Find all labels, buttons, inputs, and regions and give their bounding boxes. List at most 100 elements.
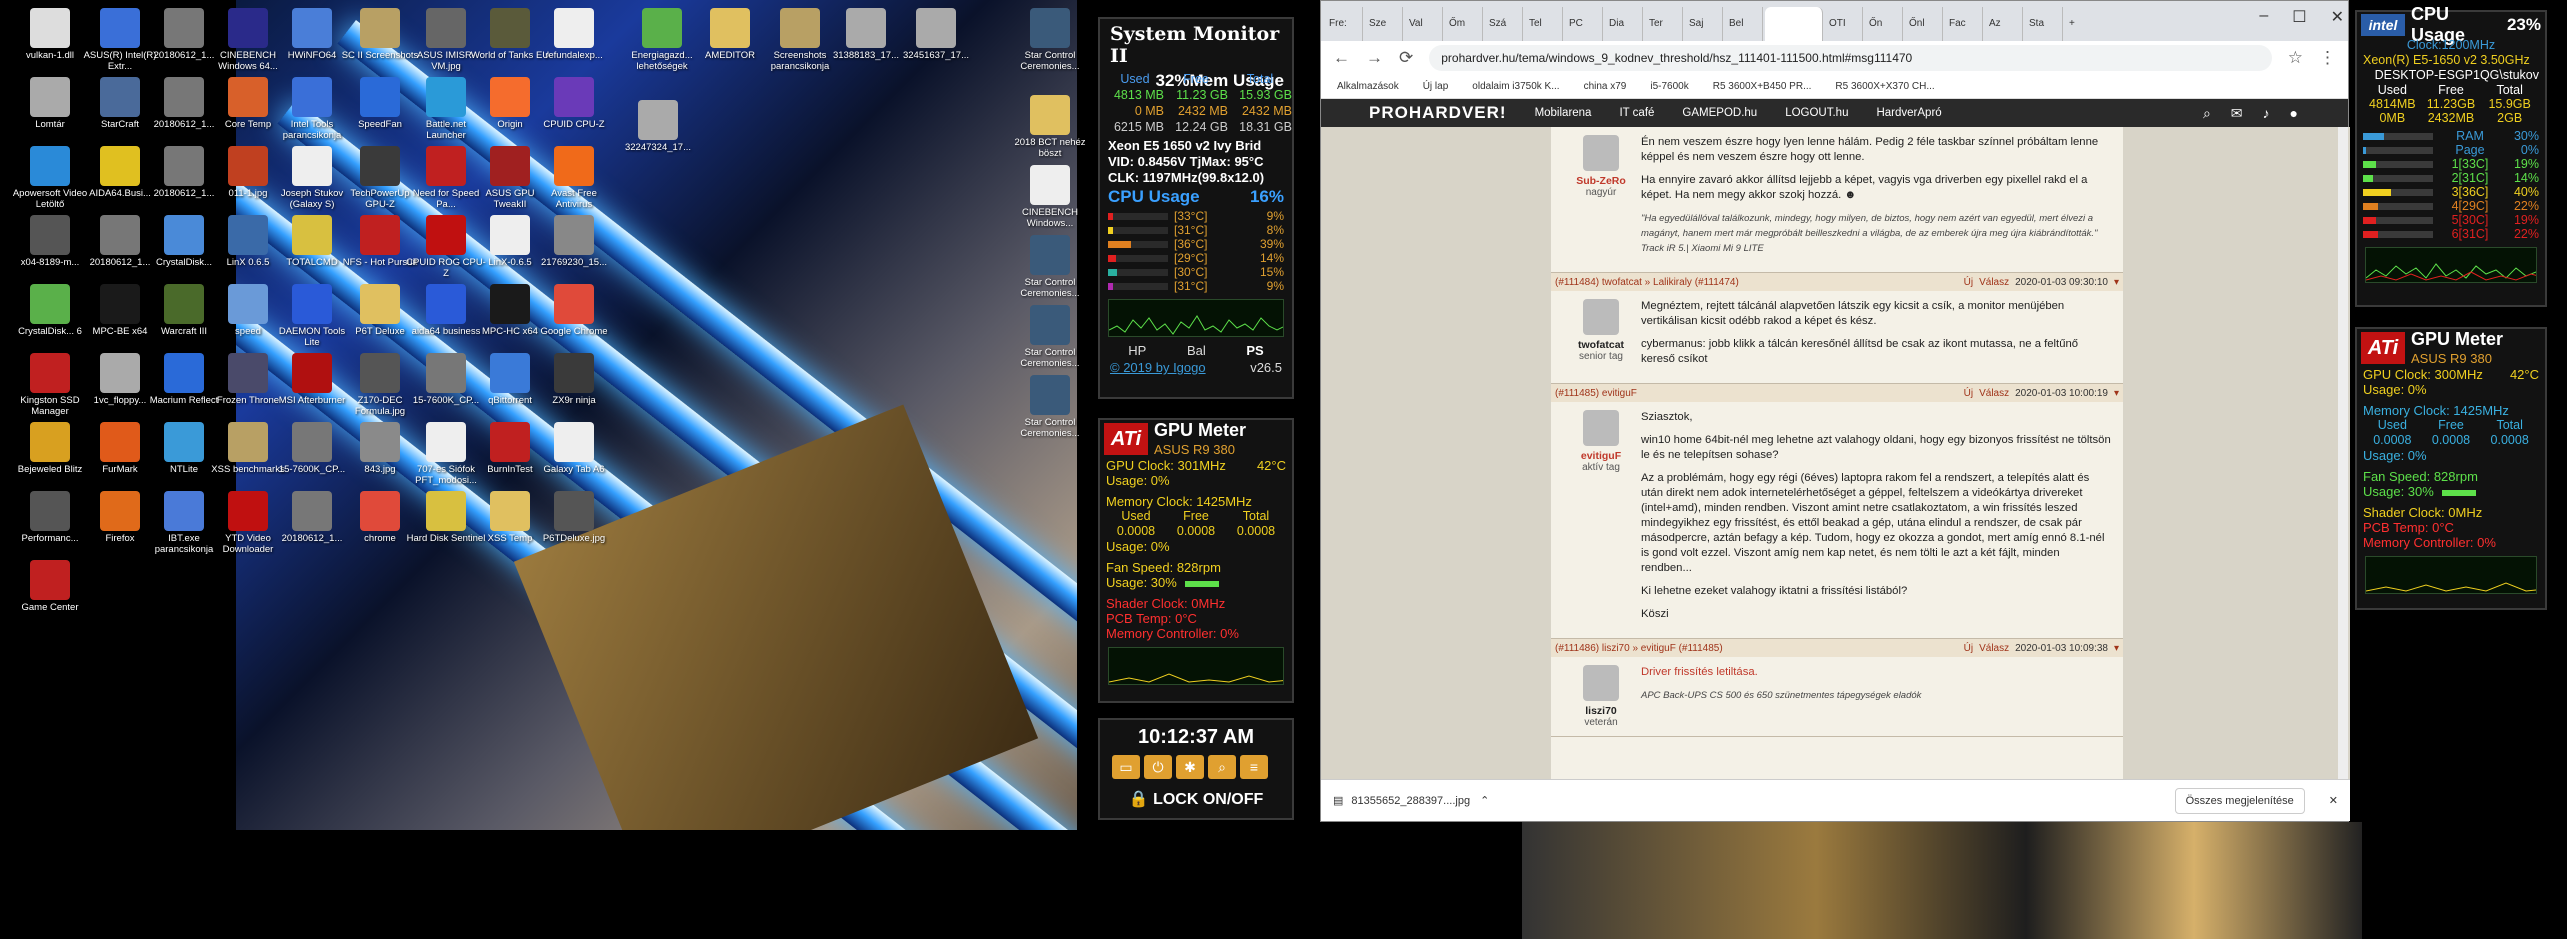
browser-tab[interactable]: Bel: [1725, 7, 1763, 41]
nav-mobilarena[interactable]: Mobilarena: [1535, 107, 1592, 119]
lock-toggle[interactable]: 🔒 LOCK ON/OFF: [1100, 789, 1292, 809]
desktop-icon[interactable]: 21769230_15...: [534, 215, 614, 268]
folder-icon[interactable]: ▭: [1112, 755, 1140, 779]
copyright-link[interactable]: © 2019 by Igogo: [1110, 360, 1206, 375]
download-item[interactable]: 81355652_288397....jpg: [1351, 795, 1470, 807]
browser-tab[interactable]: OTI: [1825, 7, 1863, 41]
desktop-icon[interactable]: 31388183_17...: [826, 8, 906, 61]
browser-tab[interactable]: Sze: [1365, 7, 1403, 41]
address-bar[interactable]: prohardver.hu/tema/windows_9_kodnev_thre…: [1429, 45, 2272, 71]
desktop-icon[interactable]: Apowersoft Video Letöltő: [10, 146, 90, 210]
bookmark-item[interactable]: oldalaim i3750k K...: [1472, 81, 1559, 92]
avatar[interactable]: [1583, 665, 1619, 701]
browser-tab[interactable]: [1765, 7, 1823, 41]
desktop-icon[interactable]: ZX9r ninja: [534, 353, 614, 406]
new-post-link[interactable]: Új: [1964, 277, 1973, 288]
desktop-icon[interactable]: Avast Free Antivirus: [534, 146, 614, 210]
minimize-button[interactable]: –: [2259, 7, 2268, 27]
nav-logout[interactable]: LOGOUT.hu: [1785, 107, 1848, 119]
desktop-icon[interactable]: Google Chrome: [534, 284, 614, 337]
reload-icon[interactable]: ⟳: [1399, 48, 1413, 68]
chevron-down-icon[interactable]: ▾: [2114, 388, 2119, 399]
bell-icon[interactable]: ♪: [2263, 105, 2270, 122]
scrollbar[interactable]: [2338, 127, 2348, 779]
desktop-icon[interactable]: Star Control Ceremonies...: [1010, 235, 1090, 299]
desktop-icon[interactable]: 32247324_17...: [618, 100, 698, 153]
avatar[interactable]: [1583, 135, 1619, 171]
close-download-bar-icon[interactable]: ✕: [2329, 794, 2338, 807]
chevron-down-icon[interactable]: ▾: [2114, 643, 2119, 654]
avatar[interactable]: [1583, 410, 1619, 446]
avatar[interactable]: [1583, 299, 1619, 335]
desktop-icon[interactable]: Kingston SSD Manager: [10, 353, 90, 417]
desktop-icon[interactable]: vulkan-1.dll: [10, 8, 90, 61]
desktop-icon[interactable]: P6TDeluxe.jpg: [534, 491, 614, 544]
forward-icon[interactable]: →: [1366, 48, 1383, 68]
desktop-icon[interactable]: CrystalDisk... 6: [10, 284, 90, 337]
bookmark-item[interactable]: china x79: [1584, 81, 1627, 92]
desktop-icon[interactable]: CINEBENCH Windows...: [1010, 165, 1090, 229]
browser-tab[interactable]: Sta: [2025, 7, 2063, 41]
bookmark-item[interactable]: Új lap: [1423, 81, 1449, 92]
author-name[interactable]: evitiguF: [1561, 450, 1641, 462]
desktop-icon[interactable]: Game Center: [10, 560, 90, 613]
browser-tab[interactable]: Őm: [1445, 7, 1483, 41]
desktop-icon[interactable]: refundalexp...: [534, 8, 614, 61]
nav-gamepod[interactable]: GAMEPOD.hu: [1682, 107, 1757, 119]
site-search-icon[interactable]: ⌕: [2203, 105, 2211, 122]
desktop-icon[interactable]: AMEDITOR: [690, 8, 770, 61]
author-name[interactable]: twofatcat: [1561, 339, 1641, 351]
tray-icon[interactable]: ≡: [1240, 755, 1268, 779]
post-ref[interactable]: (#111485) evitiguF: [1555, 388, 1637, 399]
star-icon[interactable]: ☆: [2288, 48, 2303, 68]
browser-tab[interactable]: Dia: [1605, 7, 1643, 41]
browser-tab[interactable]: Fac: [1945, 7, 1983, 41]
desktop-icon[interactable]: Galaxy Tab A6: [534, 422, 614, 475]
bookmark-item[interactable]: i5-7600k: [1650, 81, 1688, 92]
site-logo[interactable]: PROHARDVER!: [1369, 103, 1507, 123]
menu-icon[interactable]: ⋮: [2319, 48, 2336, 68]
desktop-icon[interactable]: Lomtár: [10, 77, 90, 130]
post-ref[interactable]: (#111486) liszi70 » evitiguF (#111485): [1555, 643, 1723, 654]
browser-tab[interactable]: Val: [1405, 7, 1443, 41]
hp-button[interactable]: HP: [1128, 343, 1146, 358]
desktop-icon[interactable]: Star Control Ceremonies...: [1010, 375, 1090, 439]
bookmark-item[interactable]: R5 3600X+B450 PR...: [1713, 81, 1812, 92]
bookmark-item[interactable]: R5 3600X+X370 CH...: [1835, 81, 1934, 92]
new-post-link[interactable]: Új: [1964, 643, 1973, 654]
bal-button[interactable]: Bal: [1187, 343, 1206, 358]
browser-tab[interactable]: Fre:: [1325, 7, 1363, 41]
user-avatar-icon[interactable]: ●: [2290, 105, 2298, 122]
desktop-icon[interactable]: Star Control Ceremonies...: [1010, 305, 1090, 369]
browser-tab[interactable]: Az: [1985, 7, 2023, 41]
reply-link[interactable]: Válasz: [1979, 643, 2009, 654]
ps-button[interactable]: PS: [1246, 343, 1263, 358]
post-ref[interactable]: (#111484) twofatcat » Lalikiraly (#11147…: [1555, 277, 1739, 288]
desktop-icon[interactable]: x04-8189-m...: [10, 215, 90, 268]
nav-itcafe[interactable]: IT café: [1619, 107, 1654, 119]
author-name[interactable]: Sub-ZeRo: [1561, 175, 1641, 187]
browser-tab[interactable]: Őn: [1865, 7, 1903, 41]
desktop-icon[interactable]: Performanc...: [10, 491, 90, 544]
desktop-icon[interactable]: 2018 BCT nehéz böszt: [1010, 95, 1090, 159]
new-tab-button[interactable]: +: [2065, 7, 2103, 41]
chevron-down-icon[interactable]: ▾: [2114, 277, 2119, 288]
nav-hardverapro[interactable]: HardverApró: [1876, 107, 1941, 119]
show-all-downloads-button[interactable]: Összes megjelenítése: [2174, 787, 2305, 814]
maximize-button[interactable]: ☐: [2292, 7, 2306, 27]
author-name[interactable]: liszi70: [1561, 705, 1641, 717]
back-icon[interactable]: ←: [1333, 48, 1350, 68]
reply-link[interactable]: Válasz: [1979, 277, 2009, 288]
download-chevron-icon[interactable]: ⌃: [1480, 794, 1489, 807]
reply-link[interactable]: Válasz: [1979, 388, 2009, 399]
close-window-button[interactable]: ✕: [2331, 7, 2344, 27]
browser-tab[interactable]: Szá: [1485, 7, 1523, 41]
desktop-icon[interactable]: Bejeweled Blitz: [10, 422, 90, 475]
browser-tab[interactable]: Őnl: [1905, 7, 1943, 41]
power-icon[interactable]: ⏻: [1144, 755, 1172, 779]
browser-tab[interactable]: Tel: [1525, 7, 1563, 41]
desktop-icon[interactable]: CPUID CPU-Z: [534, 77, 614, 130]
desktop-icon[interactable]: 32451637_17...: [896, 8, 976, 61]
desktop-icon[interactable]: Star Control Ceremonies...: [1010, 8, 1090, 72]
browser-tab[interactable]: PC: [1565, 7, 1603, 41]
